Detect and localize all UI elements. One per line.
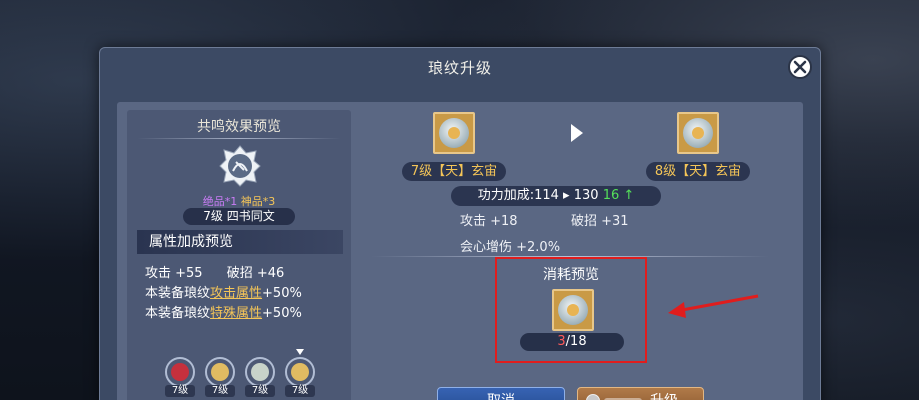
attr-prefix: 本装备琅纹	[145, 306, 211, 321]
next-item-name: 8级【天】玄宙	[646, 162, 750, 181]
power-gain: 16	[602, 188, 620, 203]
annotation-arrow-icon	[668, 294, 759, 318]
gem-slot[interactable]	[245, 357, 275, 387]
attr-suffix: +50%	[262, 286, 302, 301]
gain-up-icon: ↑	[623, 188, 635, 203]
close-icon	[793, 60, 807, 74]
attr-line-special: 本装备琅纹特殊属性+50%	[145, 302, 302, 321]
jade-icon	[558, 295, 588, 325]
quality-counts: 绝品*1 神品*3	[127, 193, 351, 209]
jade-icon	[439, 118, 469, 148]
coin-icon	[586, 394, 600, 400]
gem-slot[interactable]	[285, 357, 315, 387]
gem-level: 7级	[205, 385, 235, 397]
dialog-title: 琅纹升级	[427, 59, 492, 77]
jue-pin-count: 绝品*1	[202, 195, 238, 208]
consume-item-slot[interactable]	[552, 289, 594, 331]
gem-icon	[251, 363, 269, 381]
next-item-slot[interactable]	[677, 112, 719, 154]
stat-crit: 会心增伤 +2.0%	[460, 240, 561, 255]
gem-level: 7级	[245, 385, 275, 397]
gem-list: 7级 7级 7级 7级	[165, 349, 325, 397]
gem-icon	[211, 363, 229, 381]
upgrade-arrow-icon	[571, 124, 583, 142]
gem-slot[interactable]	[205, 357, 235, 387]
gem-level: 7级	[285, 385, 315, 397]
attr-line-basic: 攻击 +55 破招 +46	[145, 262, 284, 281]
attack-bonus: 攻击 +55	[145, 266, 203, 281]
gem-icon	[171, 363, 189, 381]
attr-preview-title: 属性加成预览	[137, 230, 343, 254]
special-attr-link[interactable]: 特殊属性	[210, 306, 262, 321]
consume-title: 消耗预览	[543, 267, 599, 283]
gem-icon	[291, 363, 309, 381]
gem-slot[interactable]	[165, 357, 195, 387]
attr-prefix: 本装备琅纹	[145, 286, 211, 301]
current-item-name: 7级【天】玄宙	[402, 162, 506, 181]
power-label: 功力加成:114	[477, 188, 559, 203]
shen-pin-count: 神品*3	[240, 195, 276, 208]
attack-attr-link[interactable]: 攻击属性	[210, 286, 262, 301]
cancel-button[interactable]: 取消	[437, 387, 565, 400]
divider	[137, 138, 341, 139]
selected-marker-icon	[296, 349, 304, 355]
upgrade-label: 升级	[650, 393, 678, 400]
resonance-title: 共鸣效果预览	[197, 119, 281, 135]
consume-have: 3	[557, 334, 566, 349]
consume-count: 3/18	[520, 333, 624, 351]
power-arrow-icon: ▸	[563, 188, 570, 203]
jade-icon	[683, 118, 713, 148]
resonance-emblem-icon	[219, 145, 261, 187]
upgrade-button[interactable]: 升级	[577, 387, 704, 400]
resonance-panel: 共鸣效果预览 绝品*1 神品*3 7级 四书同文 属性加成预览 攻击 +55 破…	[127, 110, 351, 400]
gem-level: 7级	[165, 385, 195, 397]
consume-need: /18	[565, 334, 587, 349]
stat-break: 破招 +31	[571, 214, 629, 229]
break-bonus: 破招 +46	[226, 266, 285, 281]
power-bonus: 功力加成:114 ▸ 130 16 ↑	[451, 186, 661, 206]
current-item-slot[interactable]	[433, 112, 475, 154]
consume-highlight-box: 消耗预览 3/18	[495, 257, 647, 363]
stat-attack: 攻击 +18	[460, 214, 518, 229]
power-to: 130	[573, 188, 599, 203]
attr-line-attack: 本装备琅纹攻击属性+50%	[145, 282, 302, 301]
close-button[interactable]	[788, 55, 812, 79]
resonance-level: 7级 四书同文	[183, 208, 295, 225]
attr-suffix: +50%	[262, 306, 302, 321]
